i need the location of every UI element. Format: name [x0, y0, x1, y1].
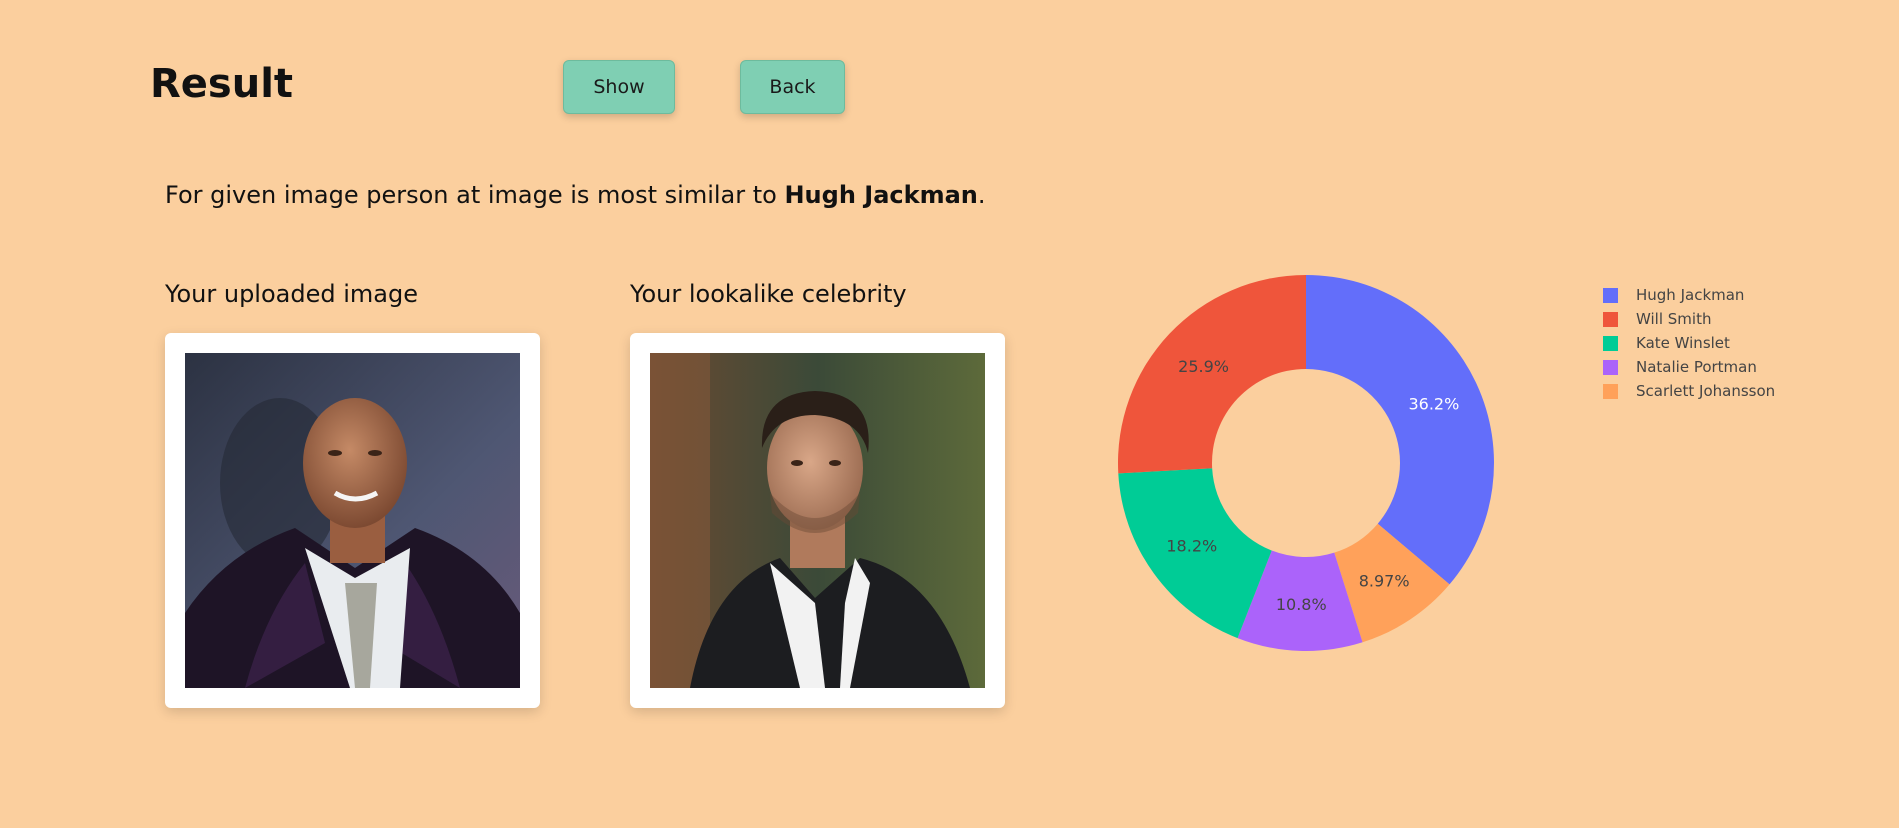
donut-label-natalie-portman: 10.8%: [1276, 595, 1327, 614]
legend-label: Will Smith: [1636, 310, 1712, 328]
legend-label: Kate Winslet: [1636, 334, 1730, 352]
legend-item-natalie-portman[interactable]: Natalie Portman: [1603, 355, 1775, 379]
lookalike-photo: [650, 353, 985, 688]
legend-swatch: [1603, 311, 1618, 327]
legend-item-scarlett-johansson[interactable]: Scarlett Johansson: [1603, 379, 1775, 403]
uploaded-image-heading: Your uploaded image: [165, 280, 418, 308]
show-button[interactable]: Show: [563, 60, 675, 114]
result-suffix: .: [977, 181, 986, 209]
legend-item-hugh-jackman[interactable]: Hugh Jackman: [1603, 283, 1775, 307]
legend-item-will-smith[interactable]: Will Smith: [1603, 307, 1775, 331]
legend-item-kate-winslet[interactable]: Kate Winslet: [1603, 331, 1775, 355]
legend-swatch: [1603, 335, 1618, 351]
legend-swatch: [1603, 287, 1618, 303]
legend-swatch: [1603, 383, 1618, 399]
lookalike-celebrity-heading: Your lookalike celebrity: [630, 280, 907, 308]
lookalike-image-card: [630, 333, 1005, 708]
result-prefix: For given image person at image is most …: [165, 181, 785, 209]
donut-label-scarlett-johansson: 8.97%: [1359, 571, 1410, 590]
donut-slice-hugh-jackman[interactable]: [1306, 275, 1494, 585]
similarity-donut-chart: 36.2% 8.97% 10.8% 18.2% 25.9%: [1118, 275, 1494, 651]
result-sentence: For given image person at image is most …: [165, 178, 986, 212]
uploaded-photo: [185, 353, 520, 688]
donut-label-will-smith: 25.9%: [1178, 357, 1229, 376]
donut-label-kate-winslet: 18.2%: [1166, 537, 1217, 556]
back-button[interactable]: Back: [740, 60, 845, 114]
result-celebrity-name: Hugh Jackman: [784, 181, 978, 209]
chart-legend: Hugh Jackman Will Smith Kate Winslet Natali…: [1603, 283, 1775, 403]
donut-label-hugh-jackman: 36.2%: [1408, 395, 1459, 414]
uploaded-image-card: [165, 333, 540, 708]
legend-label: Hugh Jackman: [1636, 286, 1745, 304]
page-title: Result: [150, 61, 294, 107]
legend-label: Scarlett Johansson: [1636, 382, 1776, 400]
legend-swatch: [1603, 359, 1618, 375]
legend-label: Natalie Portman: [1636, 358, 1757, 376]
